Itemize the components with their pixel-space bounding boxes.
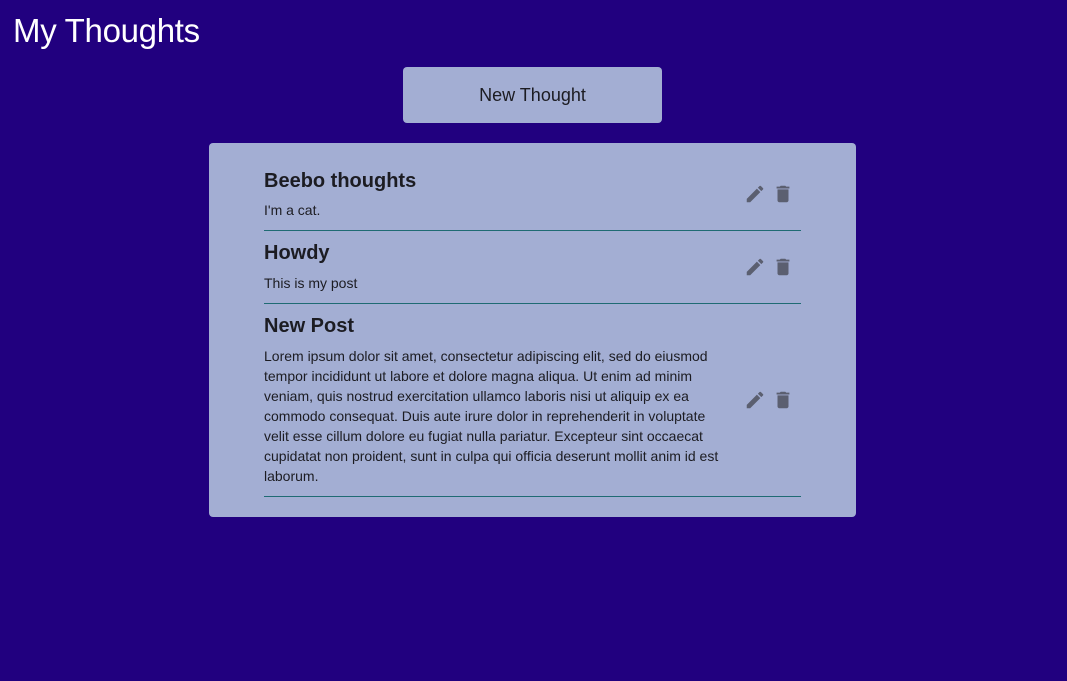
post-title: Howdy xyxy=(264,242,330,264)
pencil-icon[interactable] xyxy=(744,256,766,278)
thoughts-card: Beebo thoughts I'm a cat. Howdy This is … xyxy=(209,143,856,517)
post-body: This is my post xyxy=(264,275,358,291)
post-title: New Post xyxy=(264,315,355,337)
post-body: I'm a cat. xyxy=(264,202,321,218)
pencil-icon[interactable] xyxy=(744,389,766,411)
post-item: Beebo thoughts I'm a cat. xyxy=(264,143,801,231)
post-item: Howdy This is my post xyxy=(264,231,801,304)
page-title: My Thoughts xyxy=(13,12,200,49)
pencil-icon[interactable] xyxy=(744,183,766,205)
post-body: Lorem ipsum dolor sit amet, consectetur … xyxy=(264,348,719,484)
post-title: Beebo thoughts xyxy=(264,170,417,192)
trash-icon[interactable] xyxy=(772,256,794,278)
new-thought-button[interactable]: New Thought xyxy=(403,67,662,123)
post-item: New Post Lorem ipsum dolor sit amet, con… xyxy=(264,304,801,497)
trash-icon[interactable] xyxy=(772,389,794,411)
trash-icon[interactable] xyxy=(772,183,794,205)
